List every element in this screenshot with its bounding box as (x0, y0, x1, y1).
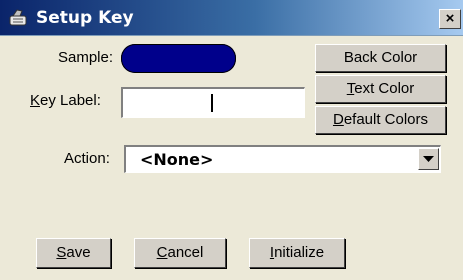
cancel-label: ancel (167, 244, 204, 261)
key-label-input[interactable] (121, 87, 305, 118)
text-color-button[interactable]: Text Color (315, 75, 446, 103)
chevron-down-icon (423, 156, 434, 162)
close-button[interactable]: × (439, 9, 461, 29)
close-icon: × (445, 10, 455, 27)
key-label-text: ey Label: (40, 92, 101, 109)
back-color-label: Back Color (343, 49, 418, 66)
text-color-label: ext Color (354, 80, 415, 97)
initialize-button[interactable]: Initialize (249, 238, 345, 268)
key-label-label: Key Label: (30, 92, 101, 109)
key-icon (9, 9, 27, 26)
default-colors-label: efault Colors (343, 111, 429, 128)
action-select[interactable]: <None> (124, 145, 441, 173)
save-label: ave (66, 244, 91, 261)
window-title: Setup Key (36, 8, 134, 28)
default-colors-button[interactable]: Default Colors (315, 106, 446, 134)
save-button[interactable]: Save (36, 238, 111, 268)
save-mnemonic: S (56, 244, 67, 261)
action-label: Action: (64, 150, 110, 167)
back-color-button[interactable]: Back Color (315, 44, 446, 72)
cancel-mnemonic: C (156, 244, 168, 261)
dropdown-arrow-button[interactable] (418, 148, 439, 170)
sample-label: Sample: (58, 49, 114, 66)
sample-swatch (121, 44, 236, 73)
title-bar[interactable]: Setup Key × (0, 0, 463, 36)
default-colors-mnemonic: D (332, 111, 344, 128)
action-selected-value: <None> (140, 150, 214, 169)
text-caret (211, 94, 213, 112)
key-label-mnemonic: K (30, 92, 41, 109)
cancel-button[interactable]: Cancel (134, 238, 226, 268)
initialize-label: nitialize (274, 244, 325, 261)
